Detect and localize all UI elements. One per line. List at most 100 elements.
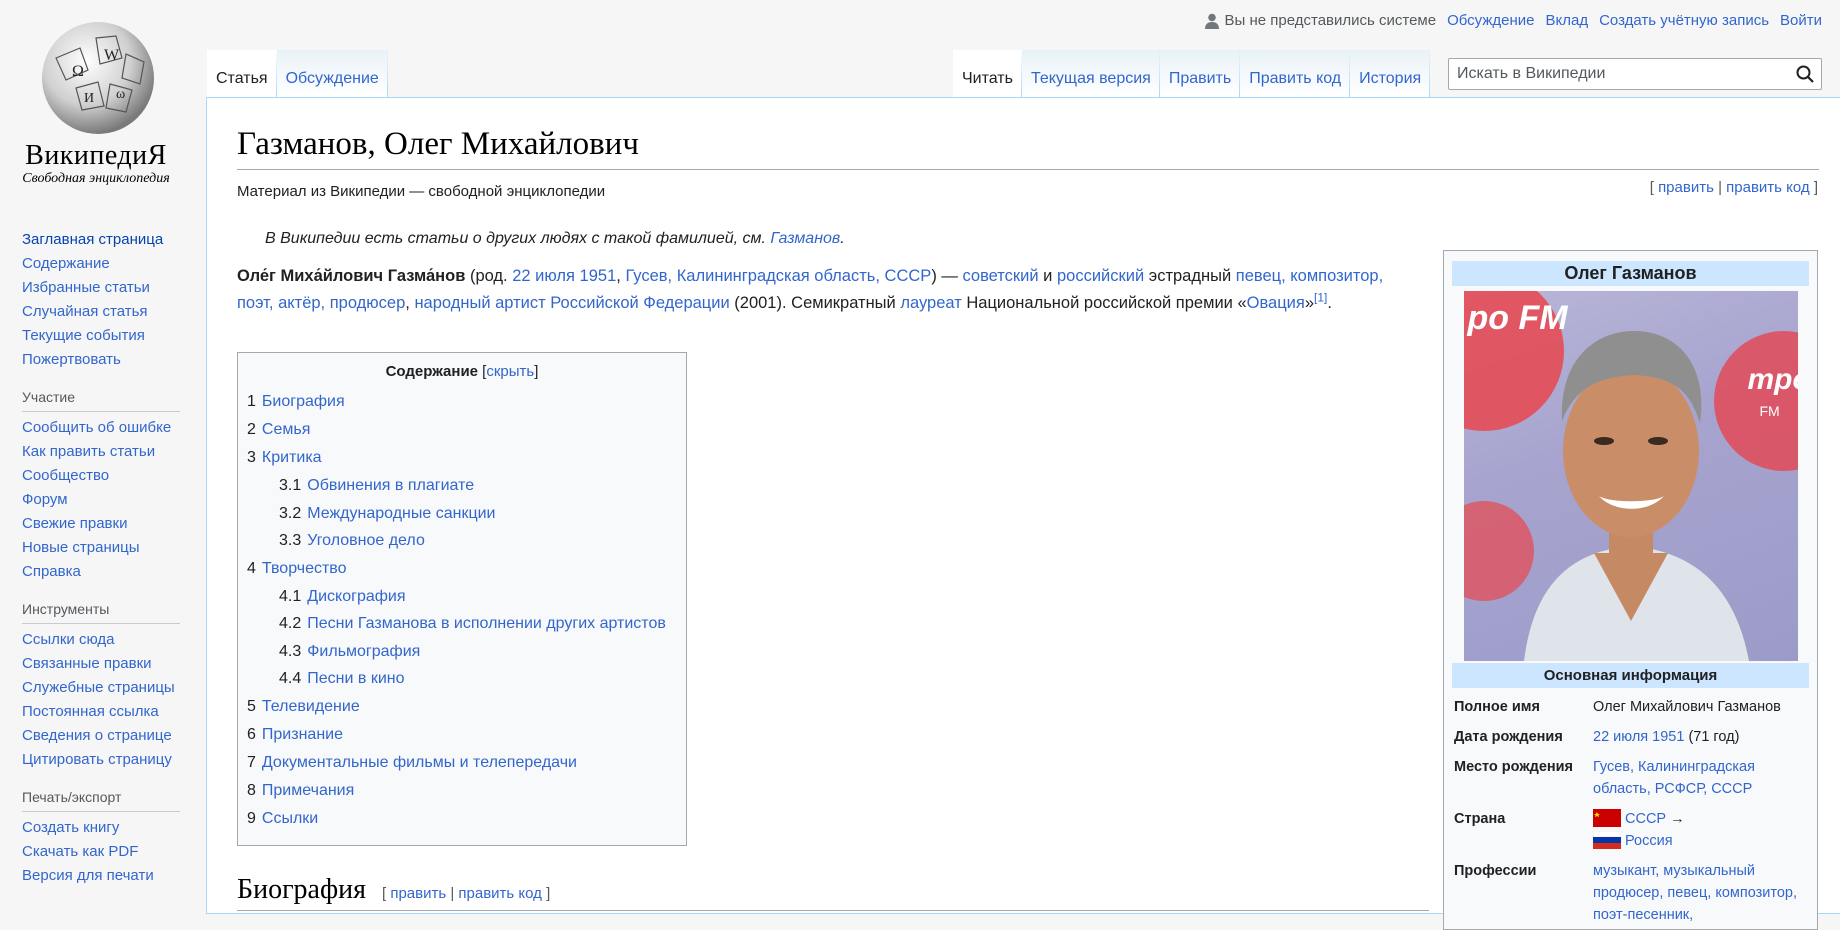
tab-article[interactable]: Статья [207, 50, 277, 97]
toc-hide-toggle[interactable]: скрыть [486, 363, 534, 380]
page-title: Газманов, Олег Михайлович [237, 126, 1819, 170]
contributions-link[interactable]: Вклад [1545, 12, 1588, 29]
section-heading: Биография [237, 874, 366, 905]
toc-item[interactable]: 4.1 Дискография [247, 583, 677, 611]
toc-item-number: 6 [247, 725, 256, 743]
toc-item[interactable]: 4.4 Песни в кино [247, 665, 677, 693]
birth-place-link[interactable]: Гусев, Калининградская область, СССР [625, 267, 931, 285]
photo-backdrop-text: тро [1747, 363, 1798, 396]
sidebar-item-download-pdf[interactable]: Скачать как PDF [22, 840, 180, 864]
country-russia-link[interactable]: Россия [1625, 833, 1673, 849]
toc-item[interactable]: 5 Телевидение [247, 693, 677, 721]
peoples-artist-link[interactable]: народный артист Российской Федерации [414, 294, 729, 312]
soviet-link[interactable]: советский [962, 267, 1038, 285]
sidebar-item-cite-page[interactable]: Цитировать страницу [22, 748, 180, 772]
russian-link[interactable]: российский [1057, 267, 1144, 285]
infobox-label: Полное имя [1454, 699, 1540, 715]
sidebar-item-community[interactable]: Сообщество [22, 464, 180, 488]
sidebar-item-new-pages[interactable]: Новые страницы [22, 536, 180, 560]
infobox-label: Дата рождения [1454, 729, 1563, 745]
tab-read[interactable]: Читать [953, 50, 1022, 97]
toc-item[interactable]: 3.2 Международные санкции [247, 500, 677, 528]
svg-text:W: W [104, 47, 120, 64]
sidebar-item-special-pages[interactable]: Служебные страницы [22, 676, 180, 700]
birth-date-link[interactable]: 22 июля 1951 [512, 267, 616, 285]
sidebar-item-create-book[interactable]: Создать книгу [22, 816, 180, 840]
tab-current-version[interactable]: Текущая версия [1022, 50, 1160, 97]
create-account-link[interactable]: Создать учётную запись [1599, 12, 1769, 29]
hatnote: В Википедии есть статьи о других людях с… [265, 230, 845, 247]
infobox-value: Олег Михайлович Газманов [1593, 699, 1781, 715]
tab-history[interactable]: История [1350, 50, 1430, 97]
toc-item[interactable]: 4.2 Песни Газманова в исполнении других а… [247, 610, 677, 638]
toc-item-number: 4.2 [279, 615, 302, 632]
toc-item-label: Биография [261, 393, 345, 410]
toc-item[interactable]: 9 Ссылки [247, 805, 677, 833]
toc-item-number: 3 [247, 449, 256, 466]
infobox-birth-date-link[interactable]: 22 июля 1951 [1593, 729, 1684, 745]
toc-item-label: Примечания [261, 781, 355, 799]
tab-talk[interactable]: Обсуждение [277, 50, 388, 97]
talk-link[interactable]: Обсуждение [1447, 12, 1534, 29]
lead-paragraph: Оле́г Миха́йлович Газма́нов (род. 22 июл… [237, 263, 1407, 317]
sidebar-item-contents[interactable]: Содержание [22, 252, 180, 276]
sidebar-item-how-to-edit[interactable]: Как править статьи [22, 440, 180, 464]
toc-item[interactable]: 3 Критика [247, 444, 677, 472]
infobox-value: музыкант, музыкальный продюсер, певец, к… [1591, 856, 1809, 930]
toc-item[interactable]: 7 Документальные фильмы и телепередачи [247, 749, 677, 777]
tab-edit-source[interactable]: Править код [1240, 50, 1350, 97]
sidebar-item-printable-version[interactable]: Версия для печати [22, 864, 180, 888]
infobox-row: Страна СССР → Россия [1452, 804, 1809, 856]
toc-item[interactable]: 4.3 Фильмография [247, 638, 677, 666]
sidebar-item-report-error[interactable]: Сообщить об ошибке [22, 416, 180, 440]
hatnote-link[interactable]: Газманов [770, 230, 840, 247]
sidebar-item-random[interactable]: Случайная статья [22, 300, 180, 324]
toc-heading: Содержание [385, 363, 479, 380]
sidebar-item-featured[interactable]: Избранные статьи [22, 276, 180, 300]
search-box [1448, 58, 1822, 90]
table-of-contents: Содержание [скрыть] 1 Биография 2 Семья 3 Кри… [237, 352, 687, 846]
search-input[interactable] [1449, 65, 1789, 83]
portrait-photo[interactable]: ро FM тро FM [1463, 291, 1798, 661]
sidebar-item-page-info[interactable]: Сведения о странице [22, 724, 180, 748]
reference-link[interactable]: [1] [1314, 291, 1327, 305]
ovation-link[interactable]: Овация [1247, 294, 1305, 312]
lead-text: и [1038, 267, 1057, 285]
toc-item[interactable]: 3.3 Уголовное дело [247, 527, 677, 555]
sidebar-item-related-changes[interactable]: Связанные правки [22, 652, 180, 676]
toc-item[interactable]: 3.1 Обвинения в плагиате [247, 472, 677, 500]
toc-item[interactable]: 6 Признание [247, 721, 677, 749]
puzzle-globe-icon: Ω W И ω [36, 18, 160, 141]
section-edit-link[interactable]: править [390, 885, 446, 902]
infobox-birth-place-link[interactable]: Гусев, Калининградская область, РСФСР, С… [1593, 759, 1755, 797]
toc-item[interactable]: 8 Примечания [247, 777, 677, 805]
login-link[interactable]: Войти [1780, 12, 1822, 29]
page-edit-links: [ править | править код ] [1649, 179, 1818, 196]
toc-item-label: Уголовное дело [307, 532, 425, 549]
section-edit-source-link[interactable]: править код [458, 885, 542, 902]
sidebar-item-permanent-link[interactable]: Постоянная ссылка [22, 700, 180, 724]
logo-wordmark: ВикипедиЯ [25, 140, 167, 171]
toc-item[interactable]: 1 Биография [247, 388, 677, 416]
laureate-link[interactable]: лауреат [900, 294, 961, 312]
edit-link[interactable]: править [1658, 179, 1714, 196]
edit-source-link[interactable]: править код [1726, 179, 1810, 196]
sidebar-item-current-events[interactable]: Текущие события [22, 324, 180, 348]
search-icon[interactable] [1789, 59, 1821, 89]
toc-item-label: Песни Газманова в исполнении других арти… [307, 615, 666, 632]
sidebar-item-what-links-here[interactable]: Ссылки сюда [22, 628, 180, 652]
wikipedia-logo[interactable]: Ω W И ω ВикипедиЯ Свободная энциклопедия [0, 0, 204, 195]
sidebar-item-recent-changes[interactable]: Свежие правки [22, 512, 180, 536]
toc-item-label: Творчество [261, 559, 347, 577]
tab-edit[interactable]: Править [1160, 50, 1240, 97]
infobox-subheader: Основная информация [1452, 663, 1809, 688]
sidebar-item-donate[interactable]: Пожертвовать [22, 348, 180, 372]
sidebar-item-forum[interactable]: Форум [22, 488, 180, 512]
country-ussr-link[interactable]: СССР [1625, 811, 1666, 827]
professions-links[interactable]: музыкант, музыкальный продюсер, певец, к… [1593, 863, 1797, 923]
sidebar-item-main-page[interactable]: Заглавная страница [22, 228, 180, 252]
toc-item[interactable]: 2 Семья [247, 416, 677, 444]
content-area: Газманов, Олег Михайлович Материал из Ви… [206, 97, 1840, 930]
sidebar-item-help[interactable]: Справка [22, 560, 180, 584]
toc-item[interactable]: 4 Творчество [247, 555, 677, 583]
